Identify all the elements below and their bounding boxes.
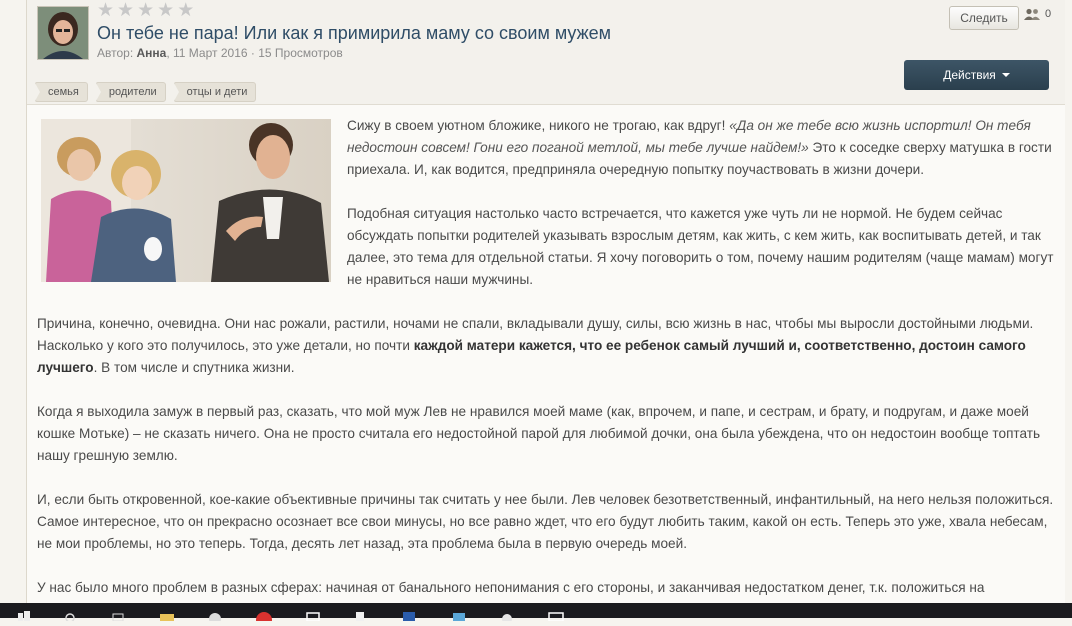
taskbar bbox=[0, 603, 1072, 626]
tag-list: семья родители отцы и дети bbox=[35, 82, 257, 102]
paragraph-3: Причина, конечно, очевидна. Они нас рожа… bbox=[37, 316, 1034, 375]
caret-down-icon bbox=[1001, 73, 1010, 77]
document-icon[interactable] bbox=[354, 608, 368, 621]
paragraph-1: Сижу в своем уютном бложике, никого не т… bbox=[347, 118, 1052, 177]
folder-icon[interactable] bbox=[160, 608, 174, 621]
window-icon[interactable] bbox=[548, 608, 564, 622]
author-link[interactable]: Анна bbox=[137, 46, 167, 60]
followers-icon bbox=[1024, 8, 1040, 20]
paragraph-5: И, если быть откровенной, кое-какие объе… bbox=[37, 492, 1054, 551]
star-icon[interactable]: ★ bbox=[137, 1, 154, 20]
paragraph-4: Когда я выходила замуж в первый раз, ска… bbox=[37, 404, 1041, 463]
star-icon[interactable]: ★ bbox=[157, 1, 174, 20]
paragraph-6: У нас было много проблем в разных сферах… bbox=[37, 580, 985, 595]
task-view-icon[interactable] bbox=[112, 608, 126, 622]
app-icon[interactable] bbox=[452, 608, 466, 621]
tag-parents[interactable]: родители bbox=[95, 82, 166, 102]
post-image bbox=[41, 119, 331, 282]
search-icon[interactable] bbox=[64, 608, 78, 623]
follow-button[interactable]: Следить bbox=[949, 6, 1019, 30]
page: ★ ★ ★ ★ ★ Он тебе не пара! Или как я при… bbox=[26, 0, 1065, 605]
opera-icon[interactable] bbox=[256, 608, 272, 626]
star-icon[interactable]: ★ bbox=[97, 1, 114, 20]
followers-count[interactable]: 0 bbox=[1023, 8, 1051, 20]
author-avatar[interactable] bbox=[37, 6, 89, 60]
rating-stars[interactable]: ★ ★ ★ ★ ★ bbox=[97, 1, 194, 20]
post-title: Он тебе не пара! Или как я примирила мам… bbox=[97, 23, 612, 43]
post-meta: Автор: Анна, 11 Март 2016 · 15 Просмотро… bbox=[97, 46, 343, 60]
windows-start-icon[interactable] bbox=[18, 608, 32, 621]
paragraph-2: Подобная ситуация настолько часто встреч… bbox=[347, 206, 1054, 287]
post-content: Сижу в своем уютном бложике, никого не т… bbox=[27, 105, 1065, 605]
paint-icon[interactable] bbox=[500, 608, 514, 624]
actions-button[interactable]: Действия bbox=[904, 60, 1049, 90]
word-icon[interactable] bbox=[402, 608, 416, 621]
post-header: ★ ★ ★ ★ ★ Он тебе не пара! Или как я при… bbox=[27, 0, 1065, 102]
tag-fathers-and-children[interactable]: отцы и дети bbox=[173, 82, 257, 102]
app-window-icon[interactable] bbox=[306, 608, 320, 622]
chrome-icon[interactable] bbox=[208, 608, 222, 625]
star-icon[interactable]: ★ bbox=[177, 1, 194, 20]
star-icon[interactable]: ★ bbox=[117, 1, 134, 20]
tag-family[interactable]: семья bbox=[35, 82, 88, 102]
